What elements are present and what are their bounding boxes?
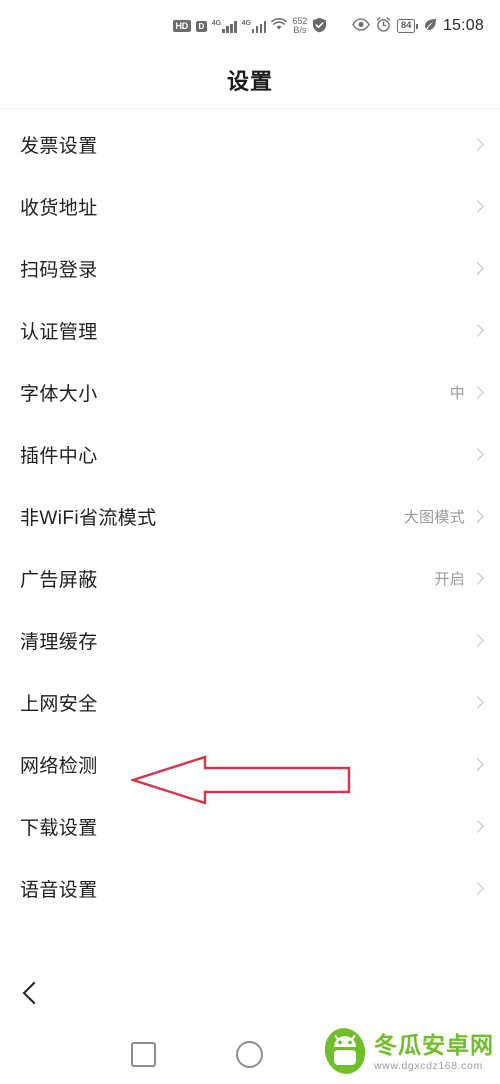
row-label: 广告屏蔽 [20,569,98,591]
settings-row-non-wifi-data-saver[interactable]: 非WiFi省流模式 大图模式 [0,485,500,547]
watermark-site-name: 冬瓜安卓网 [374,1031,494,1058]
row-right [465,261,484,275]
winter-melon-android-logo-icon [322,1025,368,1080]
chevron-right-icon [471,509,484,523]
battery-level-label: 84 [397,19,415,33]
row-right [465,633,484,647]
network-gen-sim1-label: 4G [211,19,222,27]
alarm-clock-icon [376,17,391,35]
hd-icon: HD [172,20,191,32]
settings-row-scan-login[interactable]: 扫码登录 [0,237,500,299]
settings-row-shipping-address[interactable]: 收货地址 [0,175,500,237]
signal-bars-sim1 [222,20,237,33]
chevron-right-icon [471,323,484,337]
row-label: 发票设置 [20,135,98,157]
status-bar-left: HD D 4G 4G 652 B/s [172,17,328,36]
row-label: 清理缓存 [20,631,98,653]
chevron-right-icon [471,137,484,151]
square-recents-icon[interactable] [131,1042,156,1067]
chevron-right-icon [471,757,484,771]
row-label: 下载设置 [20,817,98,839]
chevron-right-icon [471,571,484,585]
status-bar-right: 84 15:08 [352,17,484,35]
signal-sim2-icon: 4G [242,20,267,33]
settings-list: 发票设置 收货地址 扫码登录 认证管理 字体大小 中 插件中心 非WiFi省流模… [0,109,500,919]
row-right [465,695,484,709]
row-right [465,881,484,895]
volte-icon: D [195,20,207,32]
row-label: 收货地址 [20,197,98,219]
settings-row-voice-settings[interactable]: 语音设置 [0,857,500,919]
chevron-right-icon [471,261,484,275]
row-label: 非WiFi省流模式 [20,507,157,529]
eye-icon [352,18,371,34]
back-bar [0,962,500,1024]
row-right [465,447,484,461]
row-value: 大图模式 [403,508,465,526]
settings-row-clear-cache[interactable]: 清理缓存 [0,609,500,671]
row-right [465,137,484,151]
watermark: 冬瓜安卓网 www.dgxcdz168.com [322,1025,494,1080]
row-right [465,323,484,337]
page-title: 设置 [226,69,273,94]
row-label: 认证管理 [20,321,98,343]
settings-row-internet-security[interactable]: 上网安全 [0,671,500,733]
chevron-right-icon [471,385,484,399]
status-bar-clock: 15:08 [442,17,484,34]
chevron-right-icon [471,633,484,647]
row-value: 中 [449,384,465,402]
settings-row-invoice[interactable]: 发票设置 [0,113,500,175]
chevron-right-icon [471,881,484,895]
back-chevron-icon[interactable] [22,981,46,1005]
row-right [465,819,484,833]
settings-row-certification[interactable]: 认证管理 [0,299,500,361]
chevron-right-icon [471,199,484,213]
chevron-right-icon [471,695,484,709]
row-label: 网络检测 [20,755,98,777]
signal-bars-sim2 [251,20,267,33]
leaf-icon [424,18,437,34]
network-speed-unit: B/s [293,25,307,35]
network-speed-indicator: 652 B/s [292,17,307,35]
row-right: 中 [449,382,484,403]
settings-row-font-size[interactable]: 字体大小 中 [0,361,500,423]
row-label: 扫码登录 [20,259,98,281]
row-right [465,199,484,213]
network-gen-sim2-label: 4G [241,19,251,27]
status-bar: HD D 4G 4G 652 B/s 84 15:08 [0,0,500,52]
circle-home-icon[interactable] [236,1041,263,1068]
row-label: 语音设置 [20,879,98,901]
row-label: 上网安全 [20,693,98,715]
row-right [465,757,484,771]
watermark-url: www.dgxcdz168.com [374,1059,483,1072]
chevron-right-icon [471,819,484,833]
shield-check-icon [312,17,327,36]
settings-row-network-detection[interactable]: 网络检测 [0,733,500,795]
signal-sim1-icon: 4G [212,20,237,33]
settings-row-plugin-center[interactable]: 插件中心 [0,423,500,485]
wifi-icon [271,18,288,34]
battery-icon: 84 [397,19,418,33]
chevron-right-icon [471,447,484,461]
row-label: 字体大小 [20,383,98,405]
watermark-text: 冬瓜安卓网 www.dgxcdz168.com [374,1031,494,1072]
battery-cap [415,23,418,29]
row-label: 插件中心 [20,445,98,467]
row-right: 开启 [434,568,484,589]
settings-row-download-settings[interactable]: 下载设置 [0,795,500,857]
row-value: 开启 [434,570,465,588]
row-right: 大图模式 [403,506,484,527]
settings-row-ad-block[interactable]: 广告屏蔽 开启 [0,547,500,609]
